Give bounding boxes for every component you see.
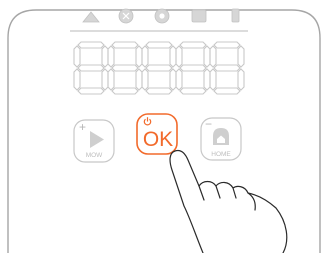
settings-gear-icon xyxy=(154,8,170,24)
bug-icon xyxy=(118,8,134,24)
home-label: HOME xyxy=(211,151,231,158)
home-button[interactable]: − HOME xyxy=(200,117,242,161)
battery-icon xyxy=(231,8,240,23)
ok-label: OK xyxy=(143,128,173,151)
mow-modifier-text: + xyxy=(79,120,86,134)
mow-button[interactable]: + MOW xyxy=(73,119,115,163)
ok-button[interactable]: OK xyxy=(136,113,178,155)
mow-label: MOW xyxy=(86,152,103,159)
control-panel-illustration: + MOW OK − HOME xyxy=(7,8,321,253)
home-icon xyxy=(213,128,229,145)
home-modifier-text: − xyxy=(205,117,212,131)
square-icon xyxy=(191,9,207,23)
